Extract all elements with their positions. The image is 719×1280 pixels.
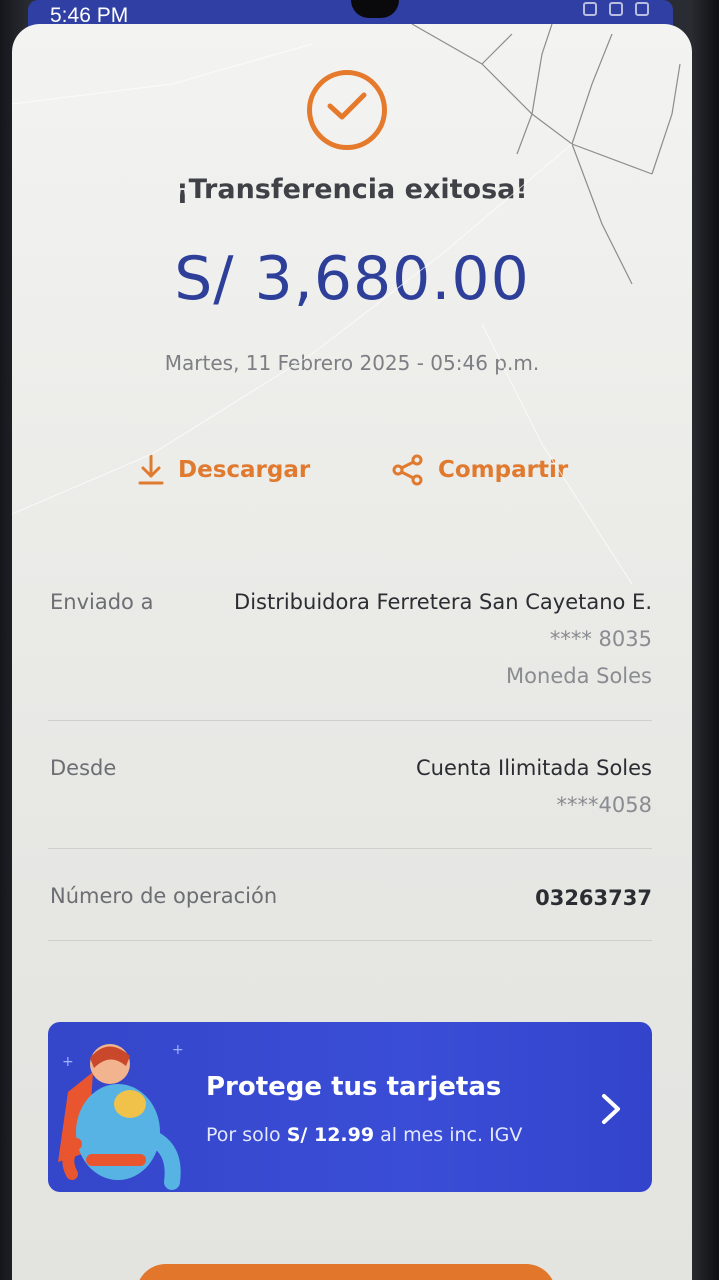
banner-subtitle-prefix: Por solo — [206, 1124, 281, 1146]
card-protection-banner[interactable]: + + Protege tus tarjetas Por solo S/ 12.… — [48, 1022, 652, 1192]
recipient-label: Enviado a — [50, 590, 154, 614]
source-account-name: Cuenta Ilimitada Soles — [416, 756, 652, 780]
operation-row: Número de operación 03263737 — [48, 884, 652, 924]
share-icon — [392, 454, 423, 486]
receipt-screen: ¡Transferencia exitosa! S/ 3,680.00 Mart… — [12, 24, 692, 1280]
divider — [48, 720, 652, 721]
divider — [48, 848, 652, 849]
svg-text:+: + — [172, 1042, 184, 1058]
battery-icon — [635, 2, 649, 16]
source-row: Desde Cuenta Ilimitada Soles ****4058 — [48, 756, 652, 826]
check-circle-icon — [307, 70, 387, 150]
share-button[interactable]: Compartir — [392, 454, 568, 486]
recipient-row: Enviado a Distribuidora Ferretera San Ca… — [48, 590, 652, 700]
camera-notch — [351, 0, 399, 18]
banner-price: S/ 12.99 — [286, 1124, 375, 1146]
superhero-illustration: + + — [58, 1042, 184, 1190]
success-title: ¡Transferencia exitosa! — [176, 174, 528, 205]
source-account-number: ****4058 — [556, 793, 652, 817]
svg-text:+: + — [62, 1054, 74, 1070]
share-label: Compartir — [438, 457, 569, 483]
recipient-currency: Moneda Soles — [506, 664, 652, 688]
status-icons — [583, 2, 649, 16]
banner-subtitle: Por solo S/ 12.99 al mes inc. IGV — [206, 1124, 522, 1146]
bottom-action-button[interactable] — [136, 1264, 556, 1280]
download-label: Descargar — [178, 457, 311, 483]
banner-subtitle-suffix: al mes inc. IGV — [380, 1124, 523, 1146]
recipient-account: **** 8035 — [549, 627, 652, 651]
source-label: Desde — [50, 756, 117, 780]
recipient-name: Distribuidora Ferretera San Cayetano E. — [234, 590, 652, 614]
divider — [48, 940, 652, 941]
bluetooth-icon — [583, 2, 597, 16]
download-button[interactable]: Descargar — [138, 454, 310, 486]
transfer-amount: S/ 3,680.00 — [174, 244, 530, 314]
chevron-right-icon — [602, 1094, 620, 1124]
transfer-datetime: Martes, 11 Febrero 2025 - 05:46 p.m. — [164, 351, 540, 375]
signal-icon — [609, 2, 623, 16]
operation-label: Número de operación — [50, 884, 278, 908]
download-icon — [138, 454, 164, 485]
banner-title: Protege tus tarjetas — [206, 1072, 502, 1102]
operation-number: 03263737 — [535, 886, 652, 910]
